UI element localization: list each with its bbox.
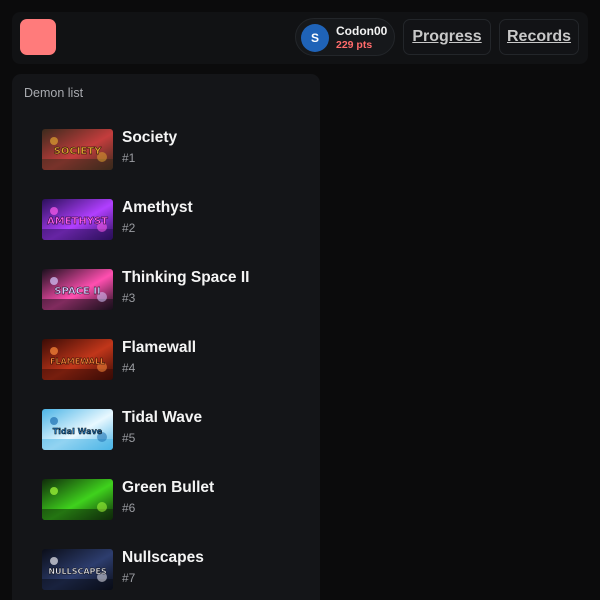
demon-name: Amethyst xyxy=(122,199,193,216)
demon-rank: #5 xyxy=(122,431,136,445)
progress-link[interactable]: Progress xyxy=(403,19,491,55)
level-thumbnail xyxy=(42,479,113,520)
demon-list-item[interactable]: Green Bullet #6 xyxy=(42,474,312,526)
demon-list-title: Demon list xyxy=(24,86,84,100)
demon-list-item[interactable]: Tidal Wave Tidal Wave #5 xyxy=(42,404,312,456)
demon-rank: #7 xyxy=(122,571,136,585)
demon-name: Nullscapes xyxy=(122,549,204,566)
thumbnail-title: NULLSCAPES xyxy=(48,567,107,576)
demon-list-item[interactable]: SPACE II Thinking Space II #3 xyxy=(42,264,312,316)
username: Codon00 xyxy=(336,24,388,38)
level-thumbnail: NULLSCAPES xyxy=(42,549,113,590)
thumbnail-title: SPACE II xyxy=(54,286,100,297)
thumbnail-title: Tidal Wave xyxy=(53,427,103,436)
level-thumbnail: SPACE II xyxy=(42,269,113,310)
level-thumbnail: SOCIETY xyxy=(42,129,113,170)
demon-name: Flamewall xyxy=(122,339,197,356)
level-thumbnail: Tidal Wave xyxy=(42,409,113,450)
thumbnail-title: FLAMEWALL xyxy=(50,357,105,366)
demon-rank: #4 xyxy=(122,361,136,375)
avatar: S xyxy=(301,24,329,52)
demon-rank: #1 xyxy=(122,151,136,165)
demon-list-item[interactable]: FLAMEWALL Flamewall #4 xyxy=(42,334,312,386)
user-points: 229 pts xyxy=(336,39,373,51)
demon-name: Thinking Space II xyxy=(122,269,250,286)
demon-name: Tidal Wave xyxy=(122,409,203,426)
demon-rank: #3 xyxy=(122,291,136,305)
demon-rank: #2 xyxy=(122,221,136,235)
records-link[interactable]: Records xyxy=(499,19,579,55)
top-bar: S Codon00 229 pts Progress Records xyxy=(12,12,588,64)
level-thumbnail: AMETHYST xyxy=(42,199,113,240)
demon-name: Green Bullet xyxy=(122,479,215,496)
demon-list-item[interactable]: NULLSCAPES Nullscapes #7 xyxy=(42,544,312,596)
demon-list-item[interactable]: SOCIETY Society #1 xyxy=(42,124,312,176)
demon-rank: #6 xyxy=(122,501,136,515)
demon-name: Society xyxy=(122,129,178,146)
thumbnail-title: SOCIETY xyxy=(54,146,102,157)
user-profile-chip[interactable]: S Codon00 229 pts xyxy=(295,18,395,56)
demon-list-item[interactable]: AMETHYST Amethyst #2 xyxy=(42,194,312,246)
thumbnail-title: AMETHYST xyxy=(47,216,108,227)
level-thumbnail: FLAMEWALL xyxy=(42,339,113,380)
app-logo-icon[interactable] xyxy=(20,19,56,55)
demon-list-panel: Demon list SOCIETY Society #1 AMETHYST Amet… xyxy=(12,74,320,600)
